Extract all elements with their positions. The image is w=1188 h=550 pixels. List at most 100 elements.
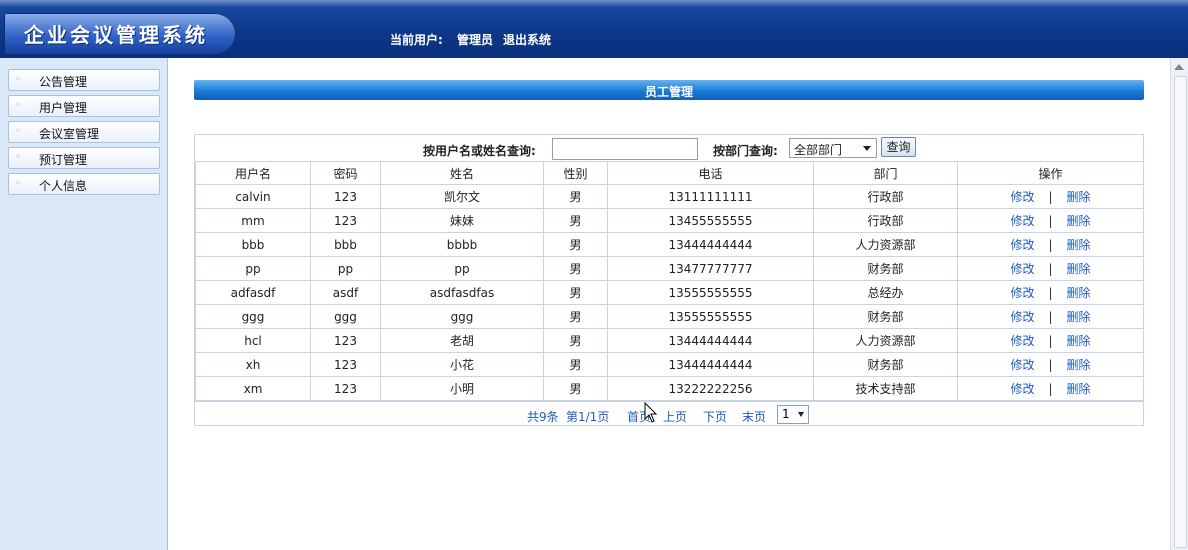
vertical-scrollbar[interactable] <box>1170 58 1188 550</box>
current-user-name: 管理员 <box>457 33 494 47</box>
cell-gender: 男 <box>543 232 608 257</box>
cell-name: 妹妹 <box>380 208 544 233</box>
cell-password: 123 <box>310 352 381 377</box>
pager-total: 共9条 <box>527 410 559 424</box>
cell-gender: 男 <box>543 256 608 281</box>
table-row: xh 123 小花男 13444444444 财务部 修改 | 删除 <box>195 352 1144 377</box>
delete-link[interactable]: 删除 <box>1067 310 1091 324</box>
cell-password: 123 <box>310 184 381 209</box>
col-header-name: 姓名 <box>380 161 544 185</box>
action-separator: | <box>1048 358 1053 372</box>
sidebar-item-label: 个人信息 <box>39 179 88 193</box>
pager-page-info: 第1/1页 <box>566 410 610 424</box>
pager-prev-link[interactable]: 上页 <box>663 408 687 425</box>
current-user-label: 当前用户: <box>390 33 443 47</box>
search-name-label: 按用户名或姓名查询: <box>423 144 536 158</box>
cell-actions: 修改 | 删除 <box>957 304 1144 329</box>
edit-link[interactable]: 修改 <box>1010 382 1034 396</box>
sidebar-item-label: 预订管理 <box>39 153 88 167</box>
delete-link[interactable]: 删除 <box>1067 382 1091 396</box>
page-select[interactable]: 1 <box>777 405 809 424</box>
cell-actions: 修改 | 删除 <box>957 232 1144 257</box>
cell-actions: 修改 | 删除 <box>957 352 1144 377</box>
table-row: mm 123 妹妹男 13455555555 行政部 修改 | 删除 <box>195 208 1144 233</box>
table-row: pp pp pp 男 13477777777 财务部 修改 | 删除 <box>195 256 1144 281</box>
search-name-input[interactable] <box>552 138 698 160</box>
cell-phone: 13444444444 <box>607 232 814 257</box>
cell-gender: 男 <box>543 184 608 209</box>
pager: 共9条 第1/1页 首页 上页 下页 末页 1 <box>195 401 1143 426</box>
cell-name: 小花 <box>380 352 544 377</box>
cell-password: pp <box>310 256 381 281</box>
cell-gender: 男 <box>543 280 608 305</box>
user-bar: 当前用户: 管理员 退出系统 <box>390 31 561 48</box>
cell-phone: 13555555555 <box>607 304 814 329</box>
pager-next-link[interactable]: 下页 <box>703 408 727 425</box>
employee-table: 用户名 密码 姓名 性别 电话 部门 操作 calvin 123 凯尔文男 13111… <box>195 161 1144 401</box>
edit-link[interactable]: 修改 <box>1010 310 1034 324</box>
mouse-cursor-icon <box>644 402 658 423</box>
table-row: bbb bbb bbbb 男 13444444444 人力资源部 修改 | 删除 <box>195 232 1144 257</box>
app-header: 企业会议管理系统 当前用户: 管理员 退出系统 <box>0 0 1188 58</box>
sidebar-item-profile[interactable]: ◦ 个人信息 <box>8 173 160 195</box>
dept-select[interactable]: 全部部门 <box>789 138 877 158</box>
cell-dept: 财务部 <box>813 256 958 281</box>
sidebar-item-bookings[interactable]: ◦ 预订管理 <box>8 147 160 169</box>
cell-dept: 技术支持部 <box>813 376 958 401</box>
pager-last-link[interactable]: 末页 <box>742 408 766 425</box>
page-select-value: 1 <box>782 407 790 421</box>
scroll-thumb[interactable] <box>1174 76 1187 548</box>
cell-dept: 行政部 <box>813 208 958 233</box>
scroll-up-icon[interactable] <box>1174 64 1184 70</box>
sidebar-item-meeting-rooms[interactable]: ◦ 会议室管理 <box>8 121 160 143</box>
sidebar-item-users[interactable]: ◦ 用户管理 <box>8 95 160 117</box>
table-row: adfasdf asdf asdfasdfas 男 13555555555 总经办 修改 | 删… <box>195 280 1144 305</box>
table-row: hcl 123 老胡男 13444444444 人力资源部 修改 | 删除 <box>195 328 1144 353</box>
col-header-dept: 部门 <box>813 161 958 185</box>
edit-link[interactable]: 修改 <box>1010 358 1034 372</box>
bullet-icon: ◦ <box>15 100 21 111</box>
logout-link[interactable]: 退出系统 <box>503 33 551 47</box>
col-header-username: 用户名 <box>195 161 311 185</box>
cell-password: ggg <box>310 304 381 329</box>
delete-link[interactable]: 删除 <box>1067 214 1091 228</box>
cell-actions: 修改 | 删除 <box>957 184 1144 209</box>
delete-link[interactable]: 删除 <box>1067 190 1091 204</box>
edit-link[interactable]: 修改 <box>1010 334 1034 348</box>
edit-link[interactable]: 修改 <box>1010 190 1034 204</box>
bullet-icon: ◦ <box>15 126 21 137</box>
app-logo: 企业会议管理系统 <box>4 13 236 55</box>
action-separator: | <box>1048 286 1053 300</box>
col-header-password: 密码 <box>310 161 381 185</box>
cell-password: 123 <box>310 376 381 401</box>
cell-name: bbbb <box>380 232 544 257</box>
sidebar-item-label: 公告管理 <box>39 75 88 89</box>
cell-username: calvin <box>195 184 311 209</box>
action-separator: | <box>1048 334 1053 348</box>
edit-link[interactable]: 修改 <box>1010 238 1034 252</box>
action-separator: | <box>1048 214 1053 228</box>
query-button[interactable]: 查询 <box>881 137 916 157</box>
search-dept-label: 按部门查询: <box>713 144 778 158</box>
chevron-down-icon <box>798 412 804 417</box>
cell-username: ggg <box>195 304 311 329</box>
cell-dept: 财务部 <box>813 352 958 377</box>
edit-link[interactable]: 修改 <box>1010 262 1034 276</box>
action-separator: | <box>1048 190 1053 204</box>
cell-phone: 13477777777 <box>607 256 814 281</box>
table-row: ggg ggg ggg 男 13555555555 财务部 修改 | 删除 <box>195 304 1144 329</box>
cell-phone: 13111111111 <box>607 184 814 209</box>
delete-link[interactable]: 删除 <box>1067 358 1091 372</box>
sidebar-item-announcements[interactable]: ◦ 公告管理 <box>8 69 160 91</box>
table-row: xm 123 小明男 13222222256 技术支持部 修改 | 删除 <box>195 376 1144 401</box>
delete-link[interactable]: 删除 <box>1067 334 1091 348</box>
action-separator: | <box>1048 262 1053 276</box>
edit-link[interactable]: 修改 <box>1010 214 1034 228</box>
delete-link[interactable]: 删除 <box>1067 286 1091 300</box>
edit-link[interactable]: 修改 <box>1010 286 1034 300</box>
cell-phone: 13555555555 <box>607 280 814 305</box>
col-header-phone: 电话 <box>607 161 814 185</box>
delete-link[interactable]: 删除 <box>1067 238 1091 252</box>
cell-dept: 人力资源部 <box>813 232 958 257</box>
delete-link[interactable]: 删除 <box>1067 262 1091 276</box>
